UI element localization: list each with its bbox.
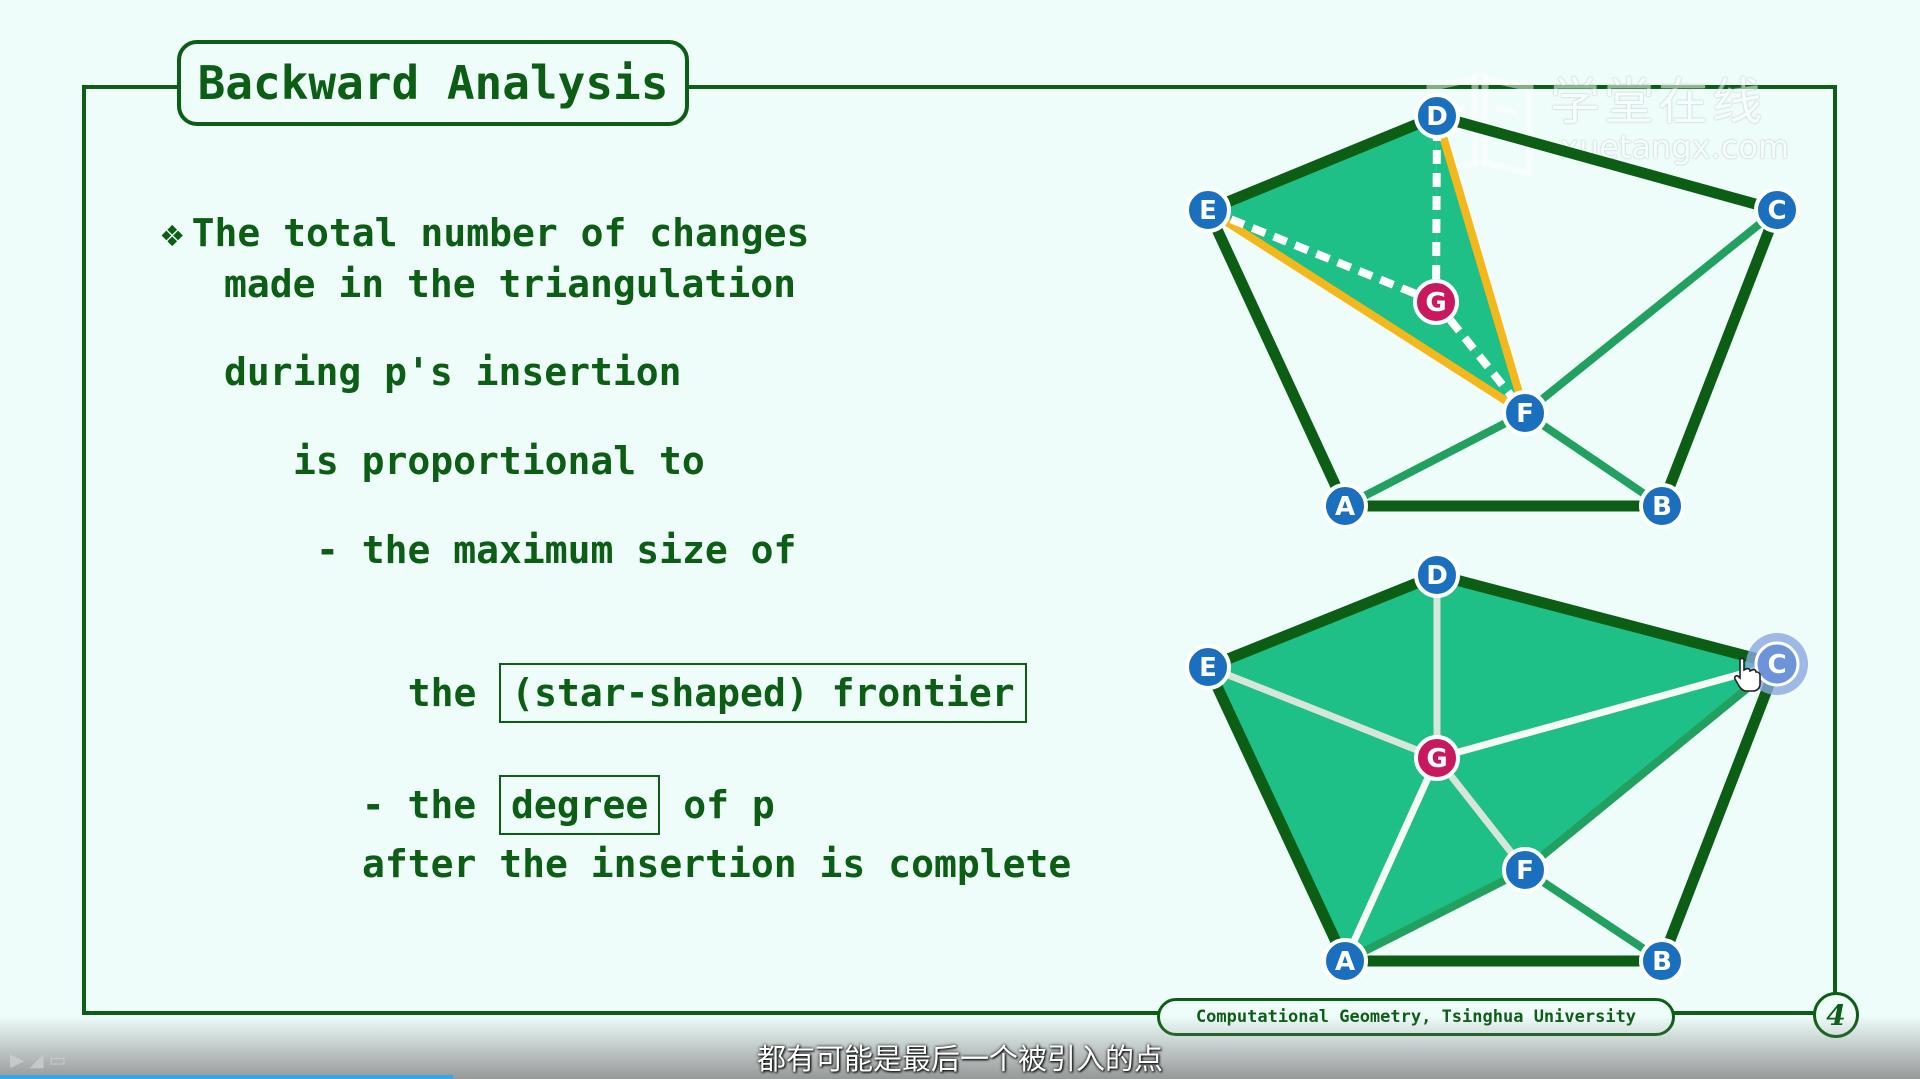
bottom-node-g: G [1414,735,1460,781]
top-node-d: D [1414,93,1460,139]
video-subtitle: 都有可能是最后一个被引入的点 [756,1042,1163,1076]
svg-text:F: F [1516,856,1534,886]
svg-text:D: D [1426,561,1448,591]
svg-text:F: F [1516,399,1534,429]
bottom-node-e: E [1185,644,1231,690]
top-edge-f-b [1522,409,1665,510]
top-node-g: G [1413,279,1459,325]
svg-text:G: G [1425,288,1446,318]
svg-text:D: D [1426,102,1448,132]
svg-text:B: B [1652,492,1672,522]
top-node-e: E [1185,187,1231,233]
svg-text:B: B [1652,947,1672,977]
svg-text:E: E [1199,653,1217,683]
bottom-node-b: B [1639,938,1685,984]
svg-text:C: C [1767,196,1786,226]
svg-text:E: E [1199,196,1217,226]
top-node-b: B [1639,483,1685,529]
bottom-node-a: A [1322,938,1368,984]
svg-text:C: C [1767,650,1786,680]
top-node-c: C [1754,187,1800,233]
bottom-node-d: D [1414,552,1460,598]
bottom-diagram: D E C G F A B [1185,552,1808,984]
bottom-edge-f-b [1522,866,1665,965]
top-edge-f-a [1343,409,1527,510]
svg-text:A: A [1335,947,1355,977]
svg-text:A: A [1335,492,1355,522]
top-node-f: F [1502,390,1548,436]
svg-text:G: G [1426,744,1447,774]
bottom-node-f: F [1502,847,1548,893]
top-diagram: D E C G F A B [1185,93,1800,529]
triangulation-diagrams: D E C G F A B D E C G F A B [1185,93,1808,984]
top-node-a: A [1322,483,1368,529]
